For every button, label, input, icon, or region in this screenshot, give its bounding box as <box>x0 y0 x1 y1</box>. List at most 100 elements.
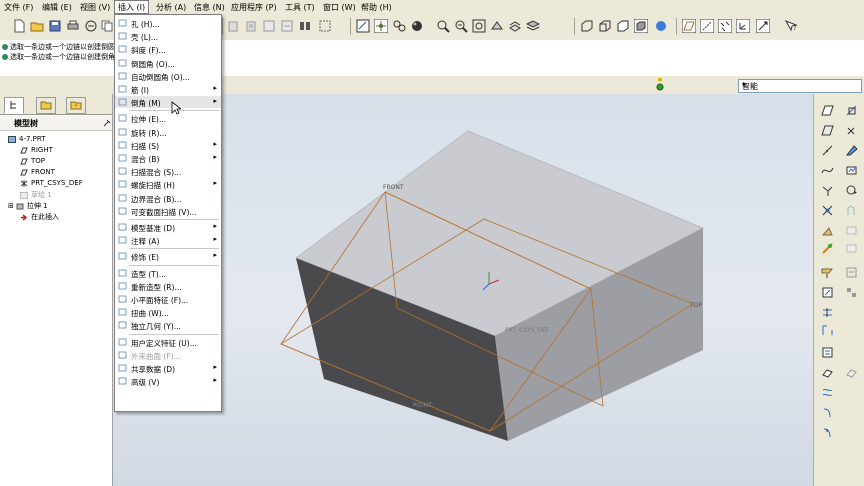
reorient-icon[interactable] <box>490 19 504 33</box>
print-icon[interactable] <box>66 19 80 33</box>
wrap-tool-icon[interactable] <box>821 426 834 439</box>
copy-icon[interactable] <box>100 19 114 33</box>
mirror-tool-icon[interactable] <box>821 266 834 279</box>
datum-label-csys[interactable]: PRT_CSYS_DEF <box>505 327 550 334</box>
save-icon[interactable] <box>48 19 62 33</box>
tree-item-csys[interactable]: PRT_CSYS_DEF <box>20 179 83 187</box>
datum-curve-tool-icon[interactable] <box>821 144 834 157</box>
context-help-icon[interactable]: ? <box>784 19 798 33</box>
menu-item[interactable]: 孔 (H)... <box>115 17 221 29</box>
zoom-out-icon[interactable] <box>454 19 468 33</box>
datum-axes-icon[interactable] <box>700 19 714 33</box>
datum-point-tool-icon[interactable] <box>821 124 834 137</box>
menu-item[interactable]: 壳 (L)... <box>115 30 221 42</box>
menu-item[interactable]: 重新造型 (R)... <box>115 280 221 292</box>
paste-special-icon[interactable] <box>244 19 258 33</box>
menu-file[interactable]: 文件 (F) <box>4 2 33 13</box>
menu-item[interactable]: 外来曲面 (F)... <box>115 349 221 361</box>
find-icon[interactable] <box>298 19 312 33</box>
menu-item[interactable]: 扫描混合 (S)... <box>115 165 221 177</box>
menu-tools[interactable]: 工具 (T) <box>285 2 315 13</box>
intersect-tool-icon[interactable] <box>821 324 834 337</box>
datum-label-front[interactable]: FRONT <box>383 184 404 191</box>
menu-item[interactable]: 倒角 (M) ▸ <box>115 96 221 109</box>
menu-item[interactable]: 模型基准 (D) ▸ <box>115 221 221 233</box>
new-file-icon[interactable] <box>12 19 26 33</box>
menu-item[interactable]: 斜度 (F)... <box>115 43 221 55</box>
revolve-tool-icon[interactable]: ▸ <box>845 184 858 197</box>
round-tool-icon[interactable] <box>821 242 834 255</box>
menu-item[interactable]: 扫描 (S) ▸ <box>115 139 221 151</box>
datum-planes-icon[interactable] <box>682 19 696 33</box>
annotation-display-icon[interactable] <box>756 19 770 33</box>
menu-item[interactable]: 扭曲 (W)... <box>115 306 221 318</box>
appearance-sphere-icon[interactable] <box>410 19 424 33</box>
menu-insert[interactable]: 插入 (I) <box>114 0 150 14</box>
menu-edit[interactable]: 编辑 (E) <box>42 2 72 13</box>
regen-manager-icon[interactable] <box>280 19 294 33</box>
regenerate-icon[interactable] <box>262 19 276 33</box>
menu-item[interactable]: 修饰 (E) ▸ <box>115 250 221 262</box>
menu-item[interactable]: 混合 (B) ▸ <box>115 152 221 164</box>
model-display-icon[interactable] <box>654 19 668 33</box>
menu-item[interactable]: 注释 (A) ▸ <box>115 234 221 246</box>
menu-info[interactable]: 信息 (N) <box>194 2 225 13</box>
trim-tool-icon[interactable] <box>821 286 834 299</box>
chamfer-tool-icon[interactable] <box>845 242 858 255</box>
tree-item-right[interactable]: RIGHT <box>20 146 53 154</box>
sketch-tool-icon[interactable] <box>845 144 858 157</box>
menu-item[interactable]: 拉伸 (E)... <box>115 112 221 124</box>
datum-axis-tool-icon[interactable] <box>845 104 858 117</box>
tab-folder-browser[interactable] <box>36 97 56 114</box>
draft-tool-icon[interactable] <box>845 224 858 237</box>
offset-tool-icon[interactable] <box>821 306 834 319</box>
solidify-tool-icon[interactable] <box>821 366 834 379</box>
tree-item-part[interactable]: 4-7.PRT <box>8 135 46 143</box>
thicken-tool-icon[interactable] <box>845 366 858 379</box>
menu-item[interactable]: 倒圆角 (O)... <box>115 57 221 69</box>
extrude-tool-icon[interactable] <box>821 184 834 197</box>
menu-help[interactable]: 帮助 (H) <box>361 2 392 13</box>
hole-tool-icon[interactable] <box>821 204 834 217</box>
coordinate-systems-icon[interactable] <box>736 19 750 33</box>
paste-icon[interactable] <box>226 19 240 33</box>
email-icon[interactable] <box>84 19 98 33</box>
shell-tool-icon[interactable] <box>845 204 858 217</box>
csys-tool-icon[interactable] <box>845 124 858 137</box>
saved-views-icon[interactable] <box>508 19 522 33</box>
menu-item[interactable]: 可变截面扫描 (V)... <box>115 205 221 217</box>
tree-settings-icon[interactable] <box>102 118 112 128</box>
tab-model-tree[interactable] <box>4 97 24 114</box>
tree-item-sketch[interactable]: 草绘 1 <box>20 190 52 200</box>
zoom-in-icon[interactable] <box>436 19 450 33</box>
menu-analysis[interactable]: 分析 (A) <box>156 2 186 13</box>
tree-item-insert-here[interactable]: 在此插入 <box>20 212 59 222</box>
menu-applications[interactable]: 应用程序 (P) <box>231 2 277 13</box>
tree-item-extrude[interactable]: ⊞ 拉伸 1 <box>8 201 48 211</box>
expand-plus-icon[interactable]: ⊞ <box>8 202 14 210</box>
spin-center-icon[interactable] <box>374 19 388 33</box>
datum-points-icon[interactable] <box>718 19 732 33</box>
menu-item[interactable]: 筋 (I) ▸ <box>115 83 221 95</box>
curve-tool-icon[interactable] <box>821 164 834 177</box>
layers-icon[interactable] <box>526 19 540 33</box>
extend-tool-icon[interactable] <box>821 386 834 399</box>
wireframe-icon[interactable] <box>580 19 594 33</box>
refit-icon[interactable] <box>472 19 486 33</box>
merge-tool-icon[interactable] <box>845 266 858 279</box>
menu-item[interactable]: 独立几何 (Y)... <box>115 319 221 331</box>
boundary-blend-tool-icon[interactable] <box>821 346 834 359</box>
menu-item[interactable]: 螺旋扫描 (H) ▸ <box>115 178 221 190</box>
datum-plane-tool-icon[interactable] <box>821 104 834 117</box>
menu-item[interactable]: 边界混合 (B)... <box>115 192 221 204</box>
tree-item-top[interactable]: TOP <box>20 157 45 165</box>
menu-item[interactable]: 造型 (T)... <box>115 267 221 279</box>
select-box-icon[interactable] <box>318 19 332 33</box>
tree-item-front[interactable]: FRONT <box>20 168 55 176</box>
menu-item[interactable]: 用户定义特征 (U)... <box>115 336 221 348</box>
menu-view[interactable]: 视图 (V) <box>80 2 110 13</box>
sketch-icon[interactable] <box>356 19 370 33</box>
analysis-tool-icon[interactable] <box>845 164 858 177</box>
no-hidden-icon[interactable] <box>616 19 630 33</box>
selection-filter-select[interactable]: 智能 ▾ <box>738 79 862 93</box>
